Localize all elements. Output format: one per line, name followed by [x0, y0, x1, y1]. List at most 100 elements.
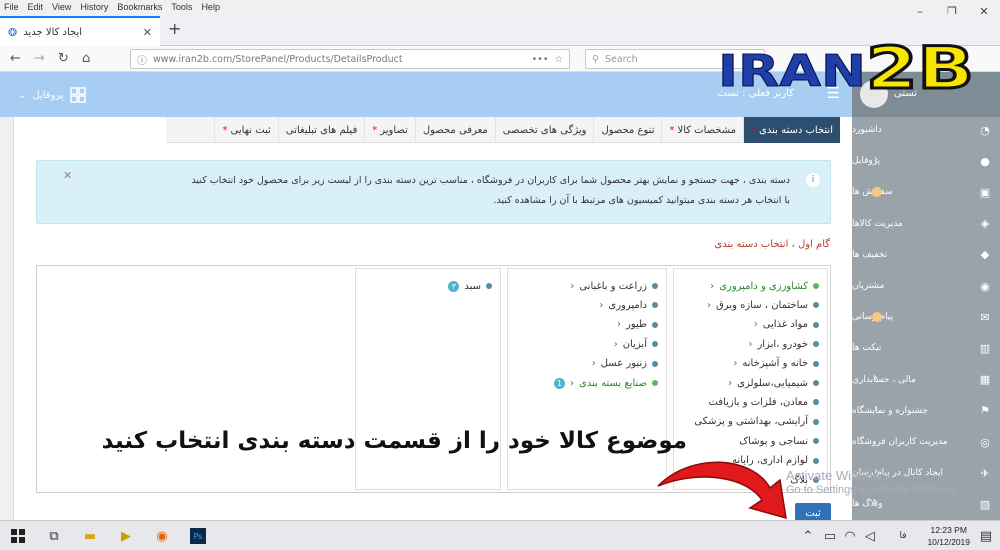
tab-promo-videos[interactable]: فیلم های تبلیغاتی	[277, 117, 364, 143]
chevron-left-icon: ‹	[748, 338, 753, 350]
browser-tab[interactable]: ❂ ایجاد کالا جدید ✕	[0, 16, 160, 46]
category-item[interactable]: طیور ‹	[617, 316, 658, 334]
bullet-icon	[813, 399, 819, 406]
tab-product-variety[interactable]: تنوع محصول	[593, 117, 661, 143]
tab-final-submit[interactable]: ثبت نهایی *	[214, 117, 277, 143]
sidebar-item[interactable]: جشنواره و نمایشگاه ⚑ ‹	[852, 398, 1000, 424]
firefox-icon[interactable]: ◉	[154, 528, 170, 544]
sidebar-item[interactable]: مشتریان ◉	[852, 273, 1000, 299]
category-item[interactable]: زنبور عسل ‹	[592, 355, 658, 373]
menu-file[interactable]: File	[4, 2, 19, 12]
category-label: زراعت و باغبانی	[579, 280, 647, 292]
profile-dropdown[interactable]: ⌄ پروفایل	[18, 87, 86, 103]
bullet-icon	[813, 321, 819, 328]
category-item[interactable]: خانه و آشپزخانه ‹	[733, 355, 819, 373]
menu-bookmarks[interactable]: Bookmarks	[117, 2, 162, 12]
chevron-left-icon: ‹	[874, 403, 878, 415]
bookmark-star-icon[interactable]: ☆	[554, 54, 563, 65]
tab-select-category[interactable]: انتخاب دسته بندی *	[743, 117, 840, 143]
notifications-icon[interactable]: ▤	[978, 528, 994, 544]
forward-icon[interactable]: →	[34, 51, 45, 66]
sidebar-item[interactable]: مدیریت کالاها ◈	[852, 211, 1000, 237]
tab-product-specs[interactable]: مشخصات کالا *	[661, 117, 743, 143]
category-label: دامپروری	[608, 299, 647, 311]
tab-close-icon[interactable]: ✕	[143, 26, 152, 39]
vertical-scrollbar[interactable]	[0, 117, 14, 520]
category-item[interactable]: صنایع بسته بندی ‹ 1	[554, 374, 658, 392]
instruction-overlay: موضوع کالا خود را از قسمت دسته بندی انتخ…	[101, 428, 687, 454]
chevron-left-icon: ‹	[733, 358, 738, 370]
bullet-icon	[652, 321, 658, 328]
home-icon[interactable]: ⌂	[82, 51, 90, 66]
category-item[interactable]: ساختمان ، سازه وبرق ‹	[707, 296, 819, 314]
close-icon[interactable]: ✕	[63, 169, 72, 182]
iran2b-logo: IRAN 2B	[718, 36, 976, 94]
menu-tools[interactable]: Tools	[171, 2, 192, 12]
sidebar-item[interactable]: پیام رسانی ✉	[852, 304, 1000, 330]
menu-history[interactable]: History	[80, 2, 108, 12]
battery-icon: ▭	[823, 528, 837, 544]
bullet-icon	[813, 418, 819, 425]
sidebar-item[interactable]: پروفایل ● ‹	[852, 148, 1000, 174]
file-explorer-icon[interactable]: ▬	[82, 528, 98, 544]
wallet-icon: ▦	[979, 373, 991, 387]
new-tab-icon[interactable]: +	[168, 19, 181, 38]
bullet-icon	[813, 438, 819, 445]
category-item[interactable]: خودرو ،ابزار ‹	[748, 335, 819, 353]
category-item[interactable]: آرایشی، بهداشتی و پزشکی	[694, 413, 819, 431]
chevron-up-icon[interactable]: ⌃	[800, 528, 816, 544]
photoshop-icon[interactable]: Ps	[190, 528, 206, 544]
category-item[interactable]: دامپروری ‹	[599, 296, 658, 314]
volume-icon[interactable]: ◁	[862, 528, 878, 544]
menu-help[interactable]: Help	[201, 2, 220, 12]
network-icon[interactable]: ◠	[842, 528, 858, 544]
language-indicator[interactable]: فا	[895, 528, 911, 544]
tab-label: فیلم های تبلیغاتی	[285, 124, 358, 136]
url-bar[interactable]: ⓘ www.iran2b.com/StorePanel/Products/Det…	[130, 49, 570, 69]
sidebar-item-label: مدیریت کالاها	[852, 218, 903, 229]
category-item[interactable]: کشاورزی و دامپروری ‹	[710, 277, 819, 295]
reload-icon[interactable]: ↻	[58, 51, 69, 66]
svg-text:IRAN: IRAN	[718, 46, 866, 94]
sidebar-item[interactable]: داشبورد ◔	[852, 117, 1000, 143]
box-icon: ◈	[980, 217, 990, 231]
category-item[interactable]: معادن، فلزات و بازیافت	[708, 393, 819, 411]
category-item[interactable]: شیمیایی،سلولزی ‹	[728, 374, 819, 392]
category-item[interactable]: زراعت و باغبانی ‹	[570, 277, 658, 295]
menu-view[interactable]: View	[52, 2, 71, 12]
category-item[interactable]: سبد ۳	[448, 277, 492, 295]
category-item[interactable]: مواد غذایی ‹	[754, 316, 819, 334]
chevron-left-icon: ‹	[570, 377, 575, 389]
bullet-icon	[813, 380, 819, 386]
media-player-icon[interactable]: ▶	[118, 528, 134, 544]
sidebar-item[interactable]: تیکت ها ▥	[852, 335, 1000, 361]
info-icon[interactable]: ⓘ	[137, 52, 147, 67]
category-label: صنایع بسته بندی	[579, 377, 647, 389]
sidebar-item[interactable]: تخفیف ها ◆	[852, 242, 1000, 268]
category-label: طیور	[626, 319, 647, 331]
task-view-icon[interactable]: ⧉	[46, 528, 62, 544]
menu-edit[interactable]: Edit	[28, 2, 44, 12]
sidebar-item[interactable]: مالی ، حسابداری ▦ ‹	[852, 367, 1000, 393]
category-label: خانه و آشپزخانه	[742, 358, 808, 370]
tab-images[interactable]: تصاویر *	[364, 117, 415, 143]
category-label: سبد	[464, 280, 481, 292]
chevron-down-icon: ⌄	[18, 89, 27, 101]
back-icon[interactable]: ←	[10, 51, 21, 66]
sidebar-item[interactable]: مدیریت کاربران فروشگاه ◎	[852, 429, 1000, 455]
tab-special-features[interactable]: ویژگی های تخصصی	[494, 117, 594, 143]
sidebar-item[interactable]: سفارش ها▣	[852, 179, 1000, 205]
windows-taskbar: ⧉ ▬ ▶ ◉ Ps ⌃ ▭ ◠ ◁ فا 12:23 PM 10/12/201…	[0, 520, 1000, 550]
category-item[interactable]: نساجی و پوشاک	[739, 432, 819, 450]
tab-product-intro[interactable]: معرفی محصول	[414, 117, 495, 143]
page-actions-icon[interactable]: •••	[532, 54, 549, 65]
bullet-icon	[486, 283, 492, 289]
taskbar-clock[interactable]: 12:23 PM 10/12/2019	[927, 524, 970, 548]
message-icon: ✉	[980, 310, 990, 324]
windows-start-icon[interactable]	[10, 528, 26, 544]
category-item[interactable]: آبزیان ‹	[614, 335, 658, 353]
tab-label: ویژگی های تخصصی	[502, 124, 587, 136]
pointer-arrow-icon	[657, 461, 787, 520]
search-icon: ⚲	[592, 53, 599, 65]
chevron-left-icon: ‹	[874, 497, 878, 509]
